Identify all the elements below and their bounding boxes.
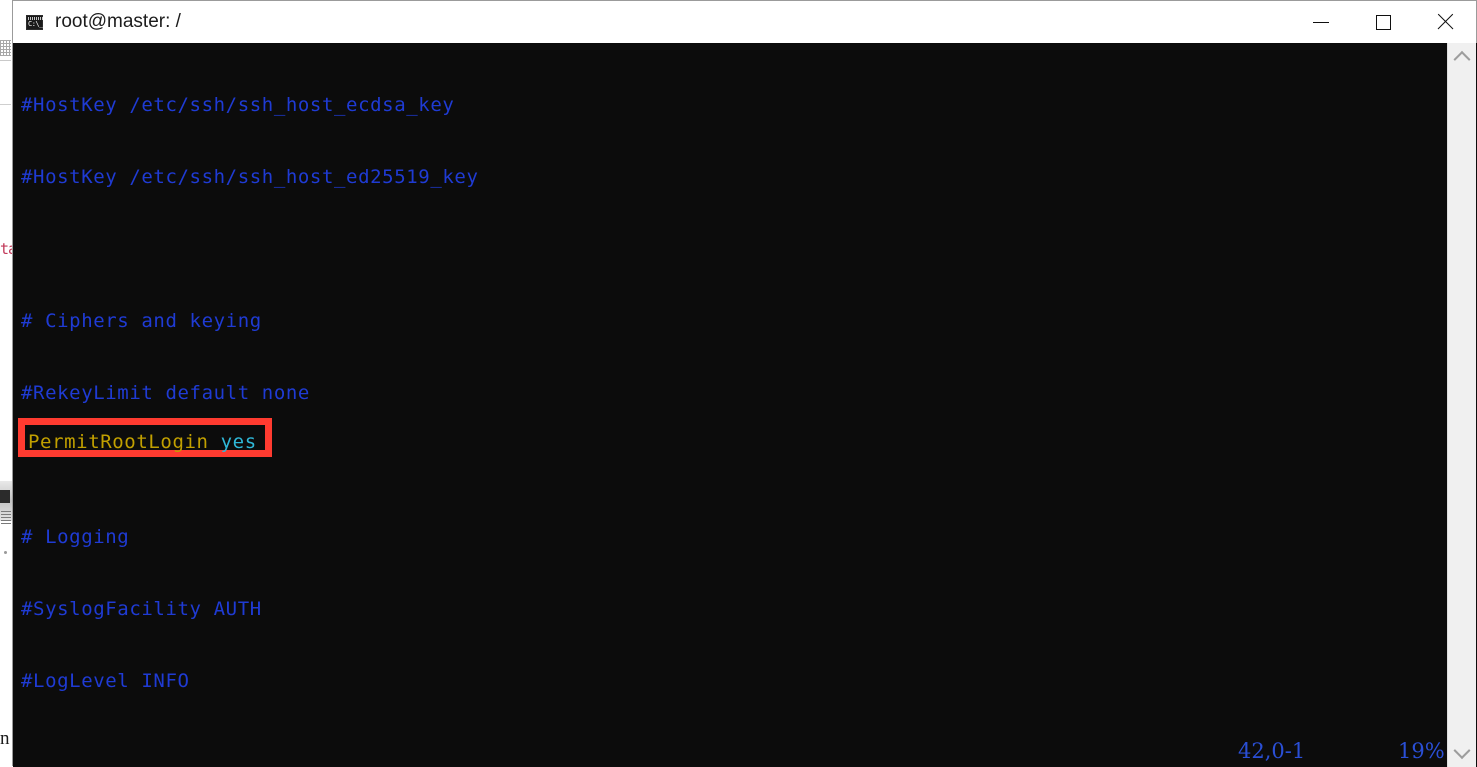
background-window-divider [0, 60, 11, 61]
vertical-scrollbar[interactable] [1447, 43, 1476, 767]
close-button[interactable] [1414, 1, 1476, 43]
terminal-line: # Logging [21, 526, 130, 548]
chevron-down-icon [1453, 742, 1471, 760]
minimize-button[interactable] [1290, 1, 1352, 43]
window-title: root@master: / [55, 11, 181, 32]
scrollbar-up-button[interactable] [1448, 43, 1476, 73]
terminal-line: #HostKey /etc/ssh/ssh_host_ed25519_key [21, 166, 479, 188]
background-window-dot-marker [4, 551, 7, 554]
close-icon [1436, 13, 1454, 31]
background-window-divider-secondary [0, 104, 11, 105]
cmd-console-icon [26, 14, 43, 30]
background-window-grip-icon-secondary [1, 510, 11, 524]
terminal-line: # Ciphers and keying [21, 310, 262, 332]
window-controls [1290, 1, 1476, 43]
vim-cursor-position: 42,0-1 [1238, 739, 1306, 763]
minimize-icon [1313, 21, 1329, 23]
background-window-text-fragment: ta [0, 241, 12, 257]
terminal-line: #LogLevel INFO [21, 670, 190, 692]
terminal-text-buffer: #HostKey /etc/ssh/ssh_host_ecdsa_key #Ho… [21, 45, 864, 767]
background-window-grip-icon [0, 40, 11, 56]
scrollbar-thumb[interactable] [1448, 73, 1476, 737]
terminal-output-area[interactable]: #HostKey /etc/ssh/ssh_host_ecdsa_key #Ho… [13, 43, 1477, 767]
background-window-dark-fragment [0, 490, 10, 503]
terminal-window: root@master: / #HostKey /etc/ssh/ssh_hos… [12, 0, 1477, 767]
vim-status-line: 42,0-1 19% [13, 737, 1477, 767]
vim-scroll-percentage: 19% [1398, 739, 1445, 763]
chevron-up-icon [1453, 50, 1471, 68]
maximize-button[interactable] [1352, 1, 1414, 43]
title-bar[interactable]: root@master: / [13, 1, 1476, 43]
terminal-line: #SyslogFacility AUTH [21, 598, 262, 620]
terminal-line: #RekeyLimit default none [21, 382, 310, 404]
maximize-icon [1375, 14, 1391, 30]
scrollbar-down-button[interactable] [1448, 737, 1476, 767]
terminal-line: #HostKey /etc/ssh/ssh_host_ecdsa_key [21, 94, 455, 116]
